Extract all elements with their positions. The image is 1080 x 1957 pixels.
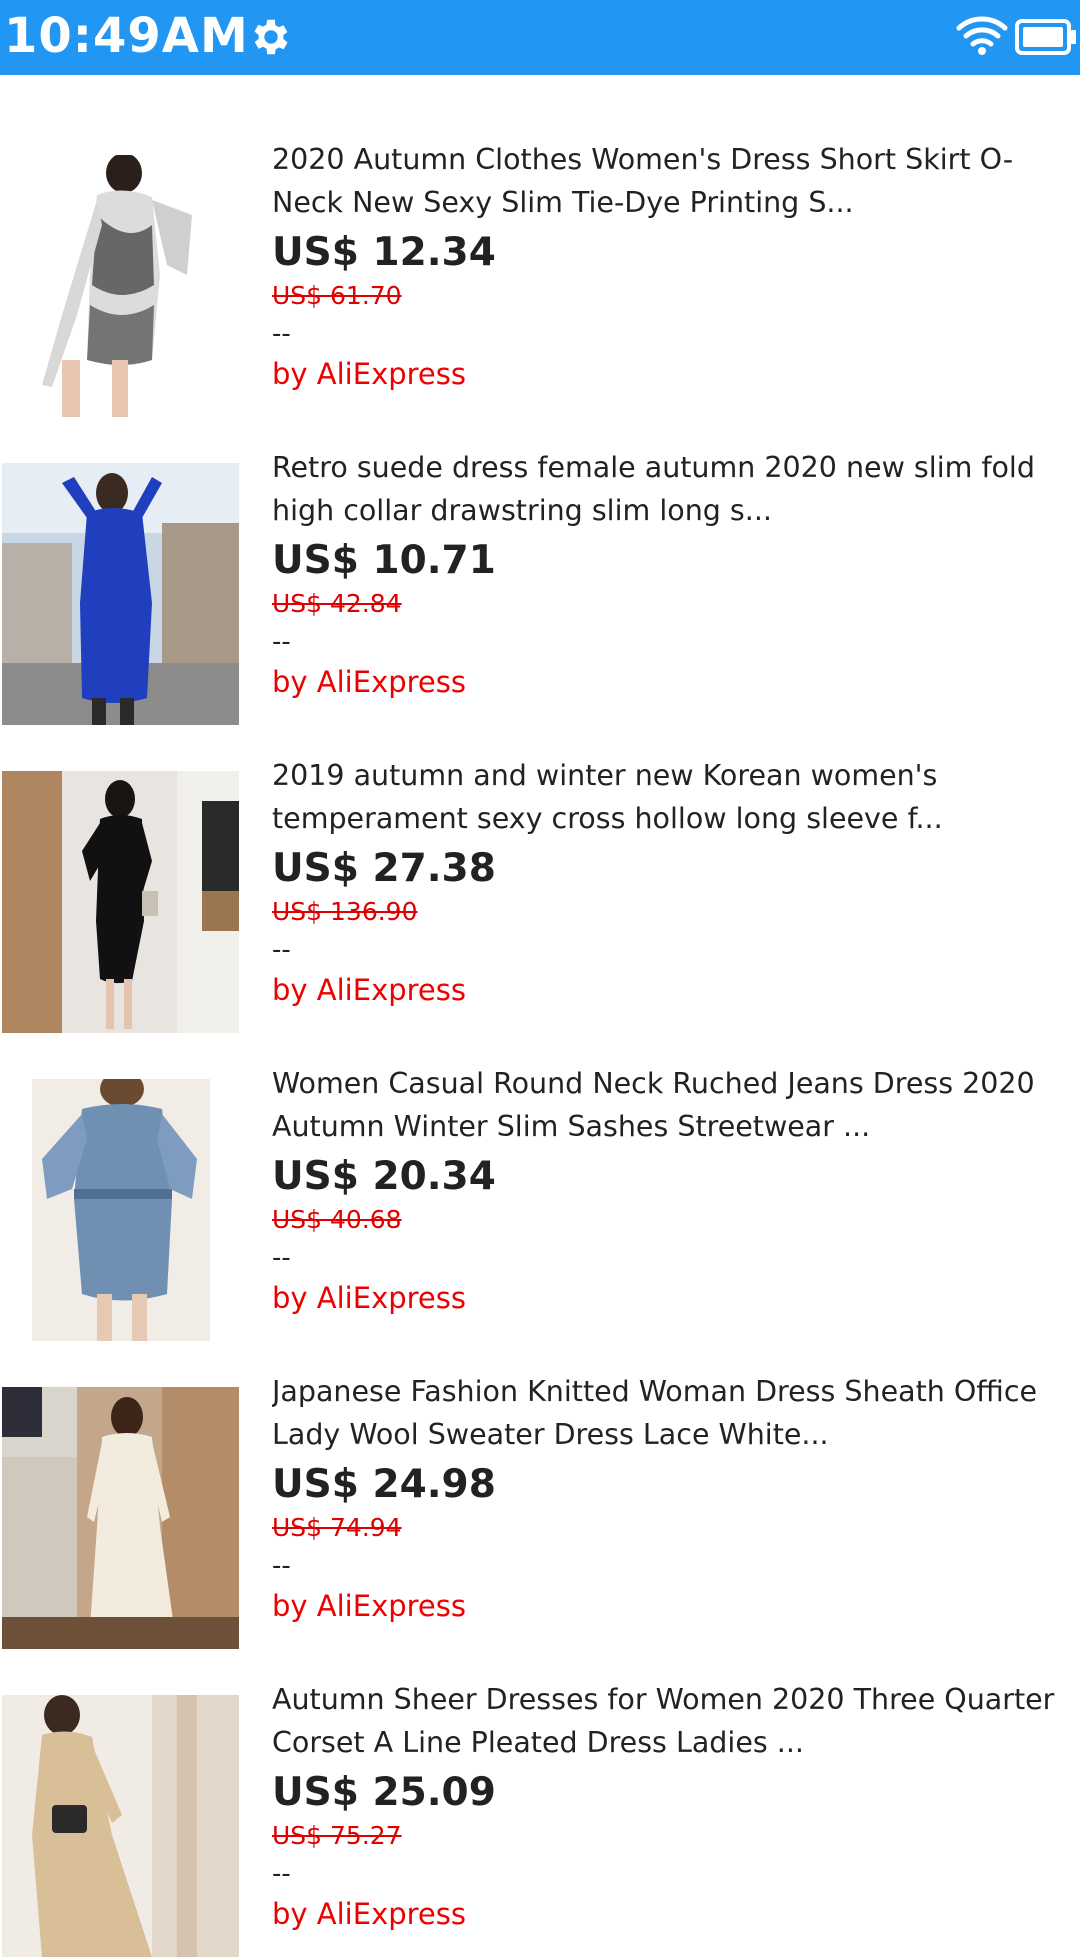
product-price: US$ 10.71	[272, 538, 496, 583]
product-rating: --	[272, 935, 291, 965]
product-price: US$ 12.34	[272, 230, 496, 275]
product-seller: by AliExpress	[272, 1897, 466, 1931]
product-item[interactable]: Japanese Fashion Knitted Woman Dress She…	[0, 1307, 1080, 1649]
product-original-price: US$ 74.94	[272, 1513, 402, 1542]
product-price: US$ 20.34	[272, 1154, 496, 1199]
product-item[interactable]: Retro suede dress female autumn 2020 new…	[0, 383, 1080, 725]
product-title[interactable]: Women Casual Round Neck Ruched Jeans Dre…	[272, 1062, 1072, 1148]
product-rating: --	[272, 1243, 291, 1273]
product-info: 2020 Autumn Clothes Women's Dress Short …	[272, 138, 1072, 394]
product-original-price: US$ 42.84	[272, 589, 402, 618]
product-title[interactable]: Japanese Fashion Knitted Woman Dress She…	[272, 1370, 1072, 1456]
product-original-price: US$ 40.68	[272, 1205, 402, 1234]
product-rating: --	[272, 627, 291, 657]
status-bar: 10:49AM	[0, 0, 1080, 75]
product-price: US$ 27.38	[272, 846, 496, 891]
product-image[interactable]	[2, 1079, 239, 1341]
product-rating: --	[272, 1551, 291, 1581]
product-item[interactable]: 2019 autumn and winter new Korean women'…	[0, 691, 1080, 1033]
product-info: Autumn Sheer Dresses for Women 2020 Thre…	[272, 1678, 1072, 1934]
product-info: Japanese Fashion Knitted Woman Dress She…	[272, 1370, 1072, 1626]
product-title[interactable]: 2020 Autumn Clothes Women's Dress Short …	[272, 138, 1072, 224]
battery-icon	[1015, 19, 1076, 55]
product-image[interactable]	[2, 1387, 239, 1649]
product-price: US$ 25.09	[272, 1770, 496, 1815]
product-info: Women Casual Round Neck Ruched Jeans Dre…	[272, 1062, 1072, 1318]
gear-icon	[254, 19, 288, 55]
product-item[interactable]: Women Casual Round Neck Ruched Jeans Dre…	[0, 999, 1080, 1341]
status-time: 10:49AM	[4, 8, 249, 64]
product-item[interactable]: Autumn Sheer Dresses for Women 2020 Thre…	[0, 1615, 1080, 1957]
product-original-price: US$ 136.90	[272, 897, 418, 926]
product-info: 2019 autumn and winter new Korean women'…	[272, 754, 1072, 1010]
product-image[interactable]	[2, 771, 239, 1033]
product-info: Retro suede dress female autumn 2020 new…	[272, 446, 1072, 702]
product-image[interactable]	[2, 1695, 239, 1957]
product-original-price: US$ 75.27	[272, 1821, 402, 1850]
product-rating: --	[272, 1859, 291, 1889]
product-original-price: US$ 61.70	[272, 281, 402, 310]
product-title[interactable]: 2019 autumn and winter new Korean women'…	[272, 754, 1072, 840]
product-image[interactable]	[2, 463, 239, 725]
product-title[interactable]: Retro suede dress female autumn 2020 new…	[272, 446, 1072, 532]
product-rating: --	[272, 319, 291, 349]
product-image[interactable]	[2, 155, 239, 417]
product-item[interactable]: 2020 Autumn Clothes Women's Dress Short …	[0, 75, 1080, 417]
wifi-icon	[956, 16, 1008, 55]
product-title[interactable]: Autumn Sheer Dresses for Women 2020 Thre…	[272, 1678, 1072, 1764]
product-price: US$ 24.98	[272, 1462, 496, 1507]
